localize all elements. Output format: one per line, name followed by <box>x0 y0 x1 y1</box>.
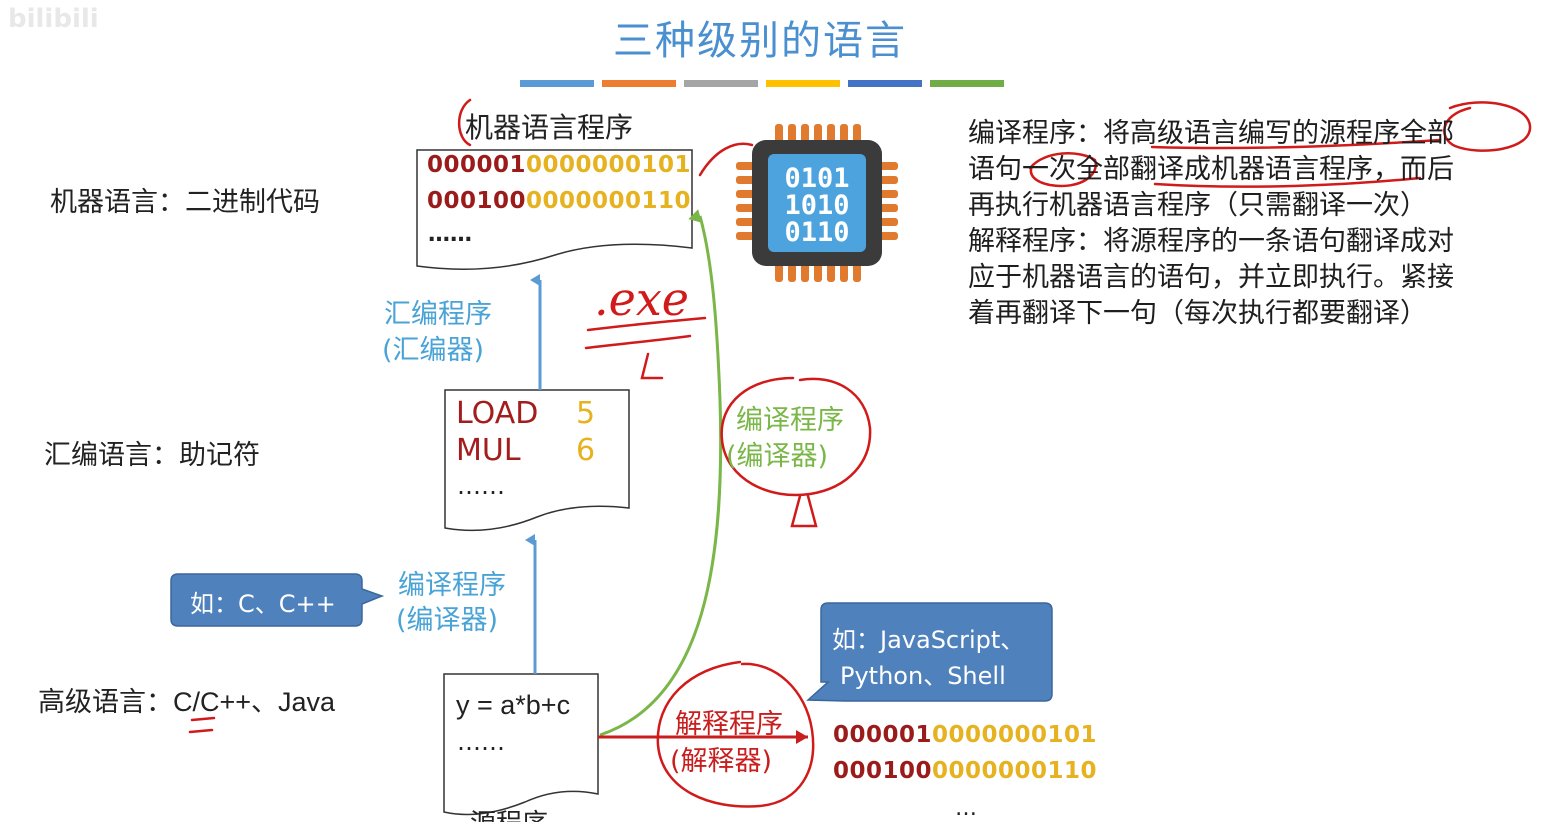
asm-ellipsis: …… <box>457 472 505 500</box>
operand-bits: 0000000110 <box>932 758 1098 784</box>
asm-val: 5 <box>576 396 596 431</box>
opcode-bits: 000100 <box>833 758 933 784</box>
asm-val: 6 <box>576 433 596 468</box>
operand-bits: 0000000101 <box>932 722 1098 748</box>
note-line: 再执行机器语言程序（只需翻译一次） <box>968 190 1427 221</box>
machine-program-label: 机器语言程序 <box>465 111 634 144</box>
high-level-prefix: 高级语言： <box>38 687 173 718</box>
note-line: 编译程序：将高级语言编写的源程序全部 <box>968 118 1454 149</box>
interp-output-ellipsis: … <box>955 796 977 821</box>
machine-code-line-2: 0001000000000110 <box>427 188 691 214</box>
compiler-label-1: 编译程序 <box>398 570 506 601</box>
compiler-direct-label-2: (编译器) <box>726 441 829 472</box>
interp-output-line-1: 0000010000000101 <box>833 722 1097 748</box>
source-code-ellipsis: …… <box>457 728 505 756</box>
operand-bits: 0000000101 <box>526 152 692 178</box>
interpreter-label-2: (解释器) <box>670 746 773 777</box>
callout-compiled-text: 如：C、C++ <box>190 590 336 618</box>
callout-interpreted-line-2: Python、Shell <box>840 662 1006 690</box>
compiler-label-2: (编译器) <box>396 605 499 636</box>
machine-code-ellipsis: …… <box>428 222 472 247</box>
compiler-direct-label-1: 编译程序 <box>736 405 844 436</box>
right-notes: 编译程序：将高级语言编写的源程序全部 语句一次全部翻译成机器语言程序，而后 再执… <box>968 116 1454 332</box>
callout-interpreted-line-1: 如：JavaScript、 <box>832 626 1025 654</box>
interpreter-label-1: 解释程序 <box>675 709 783 740</box>
chip-binary-digits: 0101 1010 0110 <box>768 165 866 246</box>
opcode-bits: 000001 <box>833 722 933 748</box>
note-line: 着再翻译下一句（每次执行都要翻译） <box>968 298 1427 329</box>
assembler-label-2: (汇编器) <box>382 335 485 366</box>
source-code-line: y = a*b+c <box>456 690 571 720</box>
asm-op: LOAD <box>456 396 539 431</box>
exe-note: .exe <box>594 272 690 326</box>
note-line: 应于机器语言的语句，并立即执行。紧接 <box>968 262 1454 293</box>
chip-digit-row: 0101 <box>784 163 850 194</box>
chip-digit-row: 0110 <box>784 217 850 248</box>
machine-code-line-1: 0000010000000101 <box>427 152 691 178</box>
note-line: 解释程序：将源程序的一条语句翻译成对 <box>968 226 1454 257</box>
interp-output-line-2: 0001000000000110 <box>833 758 1097 784</box>
high-level-examples: C/C++、Java <box>173 687 336 717</box>
chip-digit-row: 1010 <box>784 190 850 221</box>
high-level-language-label: 高级语言：C/C++、Java <box>38 680 335 719</box>
note-line: 语句一次全部翻译成机器语言程序，而后 <box>968 154 1454 185</box>
operand-bits: 0000000110 <box>526 188 692 214</box>
assembler-label-1: 汇编程序 <box>384 299 492 330</box>
source-program-label: 源程序 <box>470 803 548 822</box>
asm-op: MUL <box>456 433 521 468</box>
opcode-bits: 000100 <box>427 188 527 214</box>
asm-line-1: LOAD 5 <box>456 396 595 431</box>
opcode-bits: 000001 <box>427 152 527 178</box>
asm-line-2: MUL 6 <box>456 433 595 468</box>
assembly-language-label: 汇编语言：助记符 <box>44 440 260 471</box>
machine-language-label: 机器语言：二进制代码 <box>50 187 320 218</box>
